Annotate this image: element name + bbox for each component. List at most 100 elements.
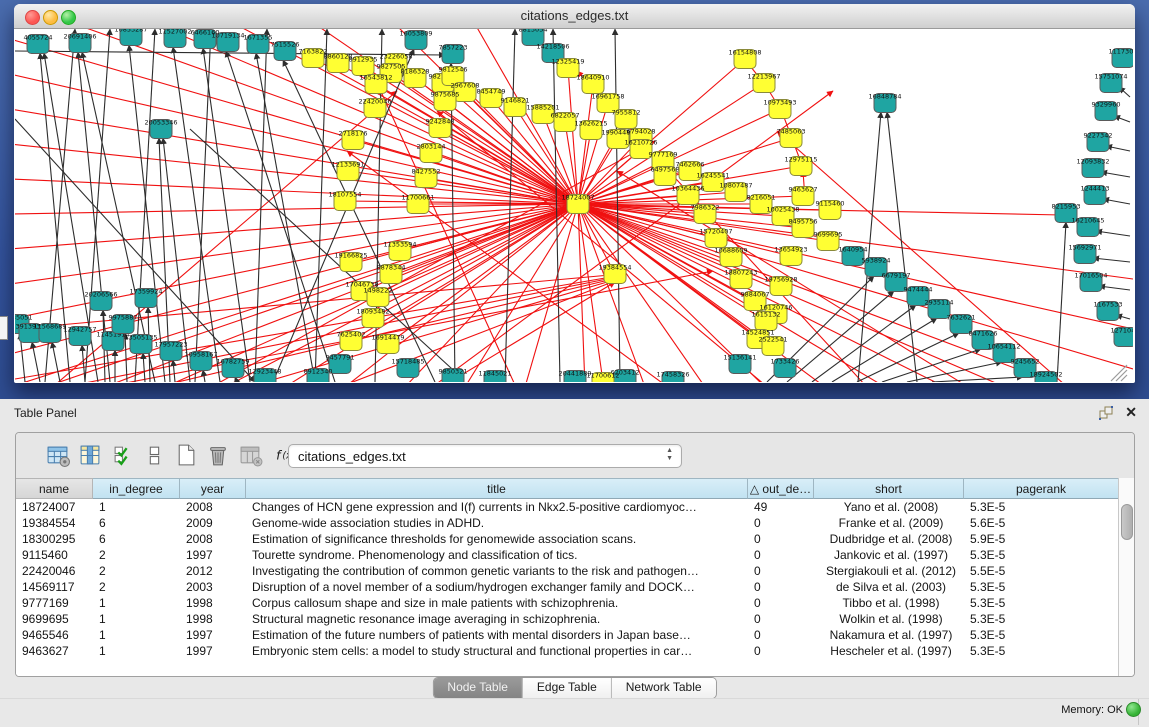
delete-column-icon[interactable] bbox=[239, 443, 263, 467]
column-header-name[interactable]: name bbox=[16, 478, 93, 499]
tab-node-table[interactable]: Node Table bbox=[433, 678, 522, 698]
graph-edge[interactable] bbox=[445, 282, 615, 382]
graph-edge[interactable] bbox=[1106, 146, 1130, 151]
graph-node[interactable]: 15136141 bbox=[723, 354, 756, 374]
graph-node[interactable]: 15751074 bbox=[1094, 73, 1127, 93]
graph-edge[interactable] bbox=[887, 112, 917, 382]
graph-node[interactable]: 11845021 bbox=[478, 370, 511, 383]
graph-node[interactable]: 12975115 bbox=[784, 156, 817, 176]
graph-node[interactable]: 8186328 bbox=[401, 68, 430, 88]
table-row[interactable]: 946554611997Estimation of the future num… bbox=[16, 627, 1119, 643]
graph-node[interactable]: 1244413 bbox=[1081, 185, 1110, 205]
table-row[interactable]: 2242004622012Investigating the contribut… bbox=[16, 563, 1119, 579]
graph-node[interactable]: 7986322 bbox=[691, 204, 720, 224]
graph-edge[interactable] bbox=[1099, 286, 1130, 290]
tab-network-table[interactable]: Network Table bbox=[611, 678, 716, 698]
graph-node[interactable]: 9242848 bbox=[426, 118, 455, 138]
graph-node[interactable]: 8912935 bbox=[349, 56, 378, 76]
window-resize-grip[interactable] bbox=[1111, 365, 1127, 381]
graph-node[interactable]: 20206566 bbox=[84, 291, 117, 311]
graph-node[interactable]: 1671355 bbox=[244, 34, 273, 54]
graph-node[interactable]: 1733426 bbox=[771, 358, 800, 378]
table-select-dropdown[interactable]: citations_edges.txt ▲▼ bbox=[288, 444, 682, 468]
delete-table-icon[interactable] bbox=[206, 443, 230, 467]
window-titlebar[interactable]: citations_edges.txt bbox=[14, 4, 1135, 29]
graph-node[interactable]: 9699695 bbox=[814, 231, 843, 251]
table-row[interactable]: 1872400712008Changes of HCN gene express… bbox=[16, 499, 1119, 515]
table-row[interactable]: 1830029562008Estimation of significance … bbox=[16, 531, 1119, 547]
graph-node[interactable]: 9115460 bbox=[816, 200, 845, 220]
graph-node[interactable]: 1498222 bbox=[364, 287, 393, 307]
graph-node[interactable]: 4055724 bbox=[24, 34, 53, 54]
graph-edge[interactable] bbox=[932, 377, 1023, 382]
column-header-out_de[interactable]: △ out_de… bbox=[748, 478, 814, 499]
graph-node[interactable]: 11527002 bbox=[158, 29, 191, 48]
graph-edge[interactable] bbox=[315, 29, 327, 382]
column-header-in_degree[interactable]: in_degree bbox=[93, 478, 180, 499]
graph-node[interactable]: 16053809 bbox=[399, 30, 432, 50]
network-graph[interactable]: 4055724206914061085328711527002646616010… bbox=[15, 29, 1133, 382]
graph-edge[interactable] bbox=[129, 45, 165, 382]
graph-edge[interactable] bbox=[1103, 199, 1130, 204]
tab-edge-table[interactable]: Edge Table bbox=[522, 678, 611, 698]
graph-node[interactable]: 17458326 bbox=[656, 371, 689, 383]
graph-edge[interactable] bbox=[195, 29, 211, 382]
graph-node[interactable]: 6497568 bbox=[651, 166, 680, 186]
graph-edge[interactable] bbox=[578, 84, 593, 204]
graph-node[interactable]: 2803144 bbox=[417, 143, 446, 163]
table-row[interactable]: 977716911998Corpus callosum shape and si… bbox=[16, 595, 1119, 611]
table-row[interactable]: 911546021997Tourette syndrome. Phenomeno… bbox=[16, 547, 1119, 563]
graph-node[interactable]: 9975887 bbox=[109, 314, 138, 334]
column-header-year[interactable]: year bbox=[180, 478, 246, 499]
table-settings-icon[interactable] bbox=[46, 443, 70, 467]
graph-edge[interactable] bbox=[832, 318, 937, 382]
graph-edge[interactable] bbox=[777, 131, 1065, 382]
graph-edge[interactable] bbox=[1057, 222, 1066, 382]
graph-node[interactable]: 1117304 bbox=[1109, 48, 1133, 68]
select-all-rows-icon[interactable] bbox=[112, 443, 136, 467]
graph-node[interactable]: 13654923 bbox=[774, 246, 807, 266]
graph-node[interactable]: 20691406 bbox=[63, 33, 96, 53]
graph-node[interactable]: 10958167 bbox=[184, 351, 217, 371]
graph-node[interactable]: 8427552 bbox=[412, 168, 441, 188]
graph-node[interactable]: 7857223 bbox=[439, 44, 468, 64]
graph-edge[interactable] bbox=[578, 204, 1133, 369]
graph-node[interactable]: 12213967 bbox=[747, 73, 780, 93]
graph-node[interactable]: 15692971 bbox=[1068, 244, 1101, 264]
graph-node[interactable]: 8912340 bbox=[304, 368, 333, 383]
column-header-pagerank[interactable]: pagerank bbox=[964, 478, 1119, 499]
graph-edge[interactable] bbox=[226, 51, 335, 382]
scrollbar-thumb[interactable] bbox=[1121, 504, 1133, 540]
graph-node[interactable]: 7515526 bbox=[271, 41, 300, 61]
graph-edge[interactable] bbox=[203, 48, 250, 382]
graph-node[interactable]: 9875685 bbox=[431, 91, 460, 111]
graph-node[interactable]: 16848784 bbox=[868, 93, 901, 113]
graph-node[interactable]: 16210645 bbox=[1071, 217, 1104, 237]
table-row[interactable]: 946362711997Embryonic stem cells: a mode… bbox=[16, 643, 1119, 659]
vertical-scrollbar[interactable] bbox=[1118, 478, 1134, 676]
graph-node[interactable]: 2718176 bbox=[339, 130, 368, 150]
close-panel-icon[interactable]: ✕ bbox=[1125, 404, 1137, 421]
graph-node[interactable]: 10973493 bbox=[763, 99, 796, 119]
table-row[interactable]: 969969511998Structural magnetic resonanc… bbox=[16, 611, 1119, 627]
graph-edge[interactable] bbox=[388, 204, 578, 344]
graph-node[interactable]: 7955812 bbox=[612, 109, 641, 129]
graph-node[interactable]: 9146821 bbox=[501, 97, 530, 117]
graph-edge[interactable] bbox=[1093, 258, 1130, 262]
graph-node[interactable]: 7485063 bbox=[777, 128, 806, 148]
column-header-short[interactable]: short bbox=[814, 478, 964, 499]
float-panel-icon[interactable] bbox=[1099, 406, 1113, 420]
graph-node[interactable]: 2522541 bbox=[759, 336, 788, 356]
graph-node[interactable]: 18640910 bbox=[576, 74, 609, 94]
graph-edge[interactable] bbox=[1101, 172, 1130, 177]
graph-node[interactable]: 19166825 bbox=[334, 252, 367, 272]
table-column-icon[interactable] bbox=[78, 443, 102, 467]
graph-node[interactable]: 15718485 bbox=[391, 358, 424, 378]
graph-node[interactable]: 9463627 bbox=[789, 186, 818, 206]
graph-node[interactable]: 16154808 bbox=[728, 49, 761, 69]
graph-node[interactable]: 1615132 bbox=[752, 311, 781, 331]
graph-node[interactable]: 1167533 bbox=[1094, 301, 1123, 321]
graph-edge[interactable] bbox=[52, 342, 60, 382]
graph-node[interactable]: 8878344 bbox=[377, 264, 406, 284]
column-header-title[interactable]: title bbox=[246, 478, 748, 499]
